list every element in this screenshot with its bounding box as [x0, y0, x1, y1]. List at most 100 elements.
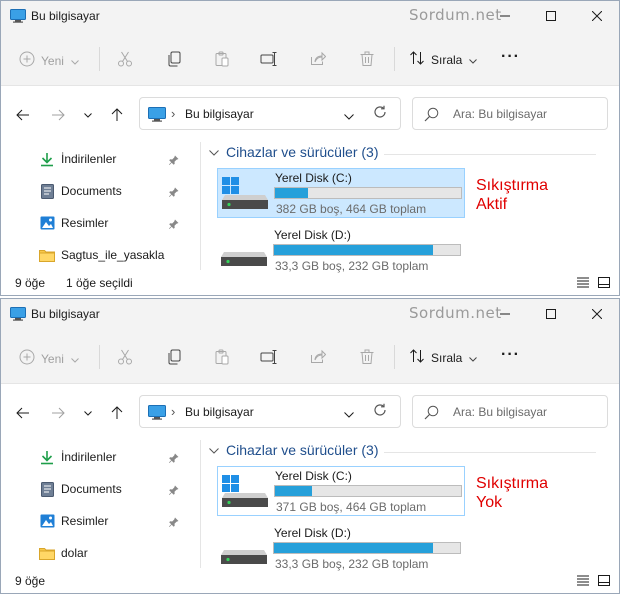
sidebar-item-pictures[interactable]: Resimler [39, 512, 108, 530]
search-input[interactable]: Ara: Bu bilgisayar [412, 395, 608, 428]
sort-button[interactable]: Sırala [409, 50, 478, 69]
pin-icon[interactable] [169, 186, 179, 200]
drive-item-d[interactable]: Yerel Disk (D:) 33,3 GB boş, 232 GB topl… [217, 524, 465, 574]
see-more-button[interactable]: ··· [501, 49, 520, 65]
rename-icon[interactable] [259, 49, 279, 69]
pin-icon[interactable] [169, 154, 179, 168]
forward-arrow-icon[interactable] [49, 106, 67, 124]
annotation-line: Sıkıştırma [476, 177, 549, 194]
paste-icon[interactable] [212, 347, 232, 367]
chevron-down-icon [71, 54, 79, 68]
sidebar-item-pictures[interactable]: Resimler [39, 214, 108, 232]
drive-item-c[interactable]: Yerel Disk (C:) 382 GB boş, 464 GB topla… [217, 168, 465, 218]
chevron-down-icon [209, 443, 219, 457]
sidebar-item-downloads[interactable]: İndirilenler [39, 448, 116, 466]
sidebar-item-label: Sagtus_ile_yasakla [61, 248, 165, 262]
drive-capacity: 33,3 GB boş, 232 GB toplam [275, 557, 429, 571]
this-pc-icon [148, 107, 166, 125]
sidebar-item-documents[interactable]: Documents [39, 480, 122, 498]
breadcrumb[interactable]: Bu bilgisayar [185, 107, 254, 121]
address-history-chevron-icon[interactable] [344, 109, 354, 123]
drive-capacity: 33,3 GB boş, 232 GB toplam [275, 259, 429, 273]
window-title: Bu bilgisayar [31, 307, 100, 321]
delete-icon[interactable] [357, 347, 377, 367]
close-button[interactable] [574, 1, 619, 31]
share-icon[interactable] [308, 49, 328, 69]
sidebar-item-folder[interactable]: dolar [39, 544, 88, 562]
up-arrow-icon[interactable] [108, 106, 126, 124]
address-history-chevron-icon[interactable] [344, 407, 354, 421]
sidebar-item-label: dolar [61, 546, 88, 560]
navigation-bar: › Bu bilgisayar Ara: Bu bilgisayar [1, 384, 619, 440]
toolbar-divider [394, 47, 395, 71]
sort-arrows-icon [409, 348, 425, 367]
sort-button-label: Sırala [431, 350, 463, 365]
address-bar[interactable]: › Bu bilgisayar [139, 97, 401, 130]
annotation-text: Sıkıştırma Aktif [476, 176, 548, 214]
group-header[interactable]: Cihazlar ve sürücüler (3) [209, 442, 379, 458]
pictures-icon [39, 215, 55, 231]
cut-icon[interactable] [115, 49, 135, 69]
new-button[interactable]: Yeni [19, 349, 79, 368]
pin-icon[interactable] [169, 452, 179, 466]
this-pc-icon [10, 307, 26, 324]
copy-icon[interactable] [164, 347, 184, 367]
chevron-down-icon [469, 351, 478, 365]
recent-locations-chevron-icon[interactable] [79, 404, 97, 422]
pin-icon[interactable] [169, 218, 179, 232]
minimize-button[interactable] [482, 299, 528, 329]
up-arrow-icon[interactable] [108, 404, 126, 422]
drive-usage-bar [273, 542, 461, 554]
minimize-button[interactable] [482, 1, 528, 31]
maximize-button[interactable] [528, 299, 574, 329]
address-bar[interactable]: › Bu bilgisayar [139, 395, 401, 428]
title-bar[interactable]: Bu bilgisayar Sordum.net [1, 1, 619, 33]
maximize-button[interactable] [528, 1, 574, 31]
cut-icon[interactable] [115, 347, 135, 367]
delete-icon[interactable] [357, 49, 377, 69]
breadcrumb-separator-icon: › [171, 106, 176, 121]
drive-usage-fill [275, 188, 308, 198]
search-placeholder: Ara: Bu bilgisayar [453, 405, 548, 419]
refresh-icon[interactable] [373, 105, 387, 122]
close-button[interactable] [574, 299, 619, 329]
rename-icon[interactable] [259, 347, 279, 367]
recent-locations-chevron-icon[interactable] [79, 106, 97, 124]
sidebar-item-documents[interactable]: Documents [39, 182, 122, 200]
pin-icon[interactable] [169, 516, 179, 530]
details-view-icon[interactable] [577, 575, 589, 589]
refresh-icon[interactable] [373, 403, 387, 420]
large-icons-view-icon[interactable] [598, 575, 610, 589]
breadcrumb[interactable]: Bu bilgisayar [185, 405, 254, 419]
pin-icon[interactable] [169, 484, 179, 498]
sort-button-label: Sırala [431, 52, 463, 67]
back-arrow-icon[interactable] [14, 404, 32, 422]
see-more-button[interactable]: ··· [501, 347, 520, 363]
group-header[interactable]: Cihazlar ve sürücüler (3) [209, 144, 379, 160]
back-arrow-icon[interactable] [14, 106, 32, 124]
paste-icon[interactable] [212, 49, 232, 69]
copy-icon[interactable] [164, 49, 184, 69]
new-button-label: Yeni [41, 351, 64, 366]
drive-item-d[interactable]: Yerel Disk (D:) 33,3 GB boş, 232 GB topl… [217, 226, 465, 276]
selection-count: 1 öğe seçildi [66, 276, 133, 290]
drive-name: Yerel Disk (C:) [275, 469, 352, 483]
sidebar-item-label: Documents [61, 482, 122, 496]
chevron-down-icon [209, 145, 219, 159]
drive-usage-fill [275, 486, 313, 496]
sidebar-item-label: Resimler [61, 216, 109, 230]
sidebar-item-folder[interactable]: Sagtus_ile_yasakla [39, 246, 164, 264]
drive-item-c[interactable]: Yerel Disk (C:) 371 GB boş, 464 GB topla… [217, 466, 465, 516]
share-icon[interactable] [308, 347, 328, 367]
system-drive-icon [222, 475, 268, 510]
sidebar-item-downloads[interactable]: İndirilenler [39, 150, 116, 168]
sort-button[interactable]: Sırala [409, 348, 478, 367]
details-view-icon[interactable] [577, 277, 589, 291]
forward-arrow-icon[interactable] [49, 404, 67, 422]
large-icons-view-icon[interactable] [598, 277, 610, 291]
new-button[interactable]: Yeni [19, 51, 79, 70]
title-bar[interactable]: Bu bilgisayar Sordum.net [1, 299, 619, 331]
sidebar-item-label: Resimler [61, 514, 109, 528]
search-input[interactable]: Ara: Bu bilgisayar [412, 97, 608, 130]
item-count: 9 öğe [15, 276, 46, 290]
